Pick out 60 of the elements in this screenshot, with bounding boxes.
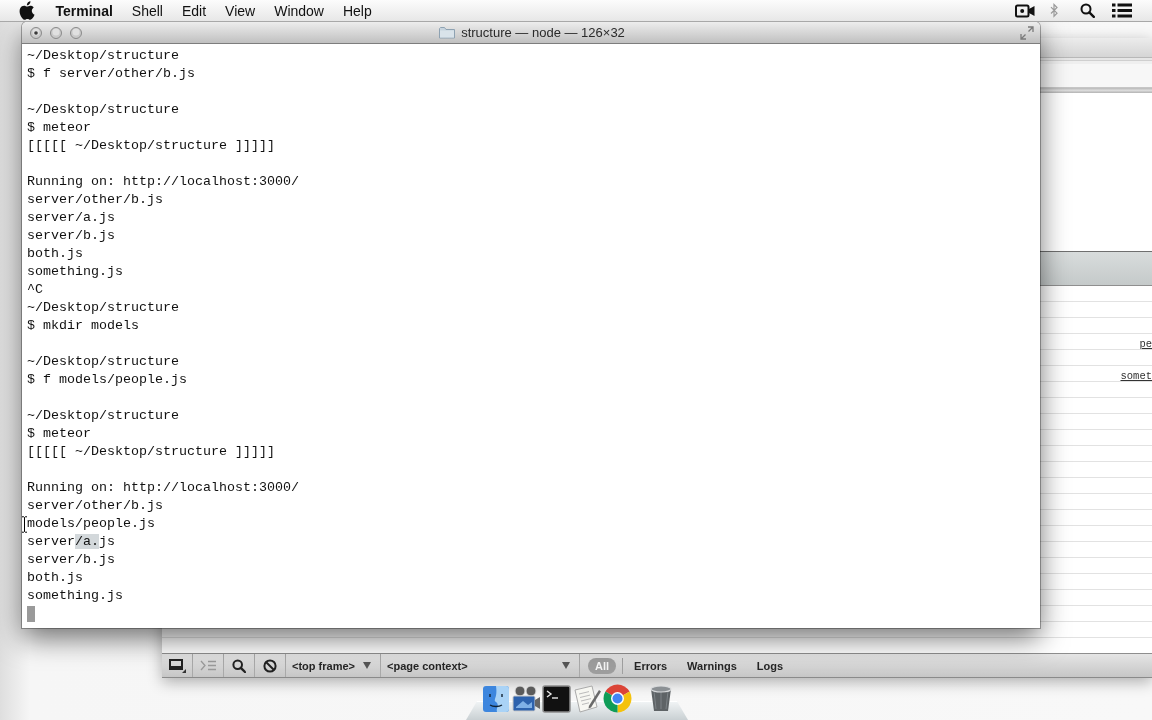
menu-item[interactable]: View <box>215 0 265 22</box>
terminal-icon[interactable] <box>542 685 571 713</box>
menu-item[interactable]: Window <box>264 0 334 22</box>
terminal-line: server/other/b.js <box>27 191 163 209</box>
console-link[interactable]: somet <box>1120 368 1152 384</box>
search-icon[interactable] <box>1080 3 1095 18</box>
circle-slash-icon <box>263 658 277 673</box>
terminal-line: ~/Desktop/structure <box>27 47 179 65</box>
menu-item[interactable]: Edit <box>172 0 216 22</box>
terminal-line: ~/Desktop/structure <box>27 353 179 371</box>
terminal-line: models/people.js <box>27 515 155 533</box>
terminal-line: something.js <box>27 263 123 281</box>
menu-item[interactable]: Shell <box>122 0 173 22</box>
window-icon <box>168 658 186 673</box>
ibeam-pointer-icon <box>22 516 27 533</box>
search-icon <box>232 658 246 673</box>
terminal-line: $ meteor <box>27 425 91 443</box>
terminal-line: ~/Desktop/structure <box>27 101 179 119</box>
terminal-line: both.js <box>27 245 83 263</box>
window-title: structure — node — 126×32 <box>461 25 625 40</box>
close-button[interactable] <box>30 26 42 39</box>
terminal-line: $ meteor <box>27 119 91 137</box>
app-menu[interactable]: Terminal <box>46 0 123 22</box>
filter-tab[interactable]: Errors <box>627 657 675 674</box>
terminal-line: ~/Desktop/structure <box>27 407 179 425</box>
caret-icon <box>562 662 570 669</box>
console-prompt-icon <box>200 660 216 671</box>
terminal-line: [[[[[ ~/Desktop/structure ]]]]] <box>27 137 275 155</box>
document-pen-icon[interactable] <box>572 685 602 713</box>
terminal-line: server/a.js <box>27 209 115 227</box>
terminal-line: server/a.js <box>27 533 115 551</box>
bluetooth-icon[interactable] <box>1050 3 1058 18</box>
apple-icon[interactable] <box>19 1 35 20</box>
terminal-line: server/other/b.js <box>27 497 163 515</box>
filter-tab[interactable]: Logs <box>749 657 791 674</box>
terminal-line: server/b.js <box>27 227 115 245</box>
terminal-line: [[[[[ ~/Desktop/structure ]]]]] <box>27 443 275 461</box>
terminal-line: $ f server/other/b.js <box>27 65 195 83</box>
caret-icon <box>363 662 371 669</box>
terminal-line: server/b.js <box>27 551 115 569</box>
terminal-line: ^C <box>27 281 43 299</box>
terminal-line: Running on: http://localhost:3000/ <box>27 479 299 497</box>
terminal-line: something.js <box>27 587 123 605</box>
expand-arrows-icon[interactable] <box>1020 25 1034 40</box>
menu-item[interactable]: Help <box>333 0 382 22</box>
movie-camera-icon[interactable] <box>511 685 541 713</box>
video-camera-icon[interactable] <box>1015 3 1035 18</box>
console-link[interactable]: pe <box>1139 336 1152 352</box>
list-icon[interactable] <box>1112 3 1132 18</box>
terminal-line: Running on: http://localhost:3000/ <box>27 173 299 191</box>
round-logo-icon[interactable] <box>603 684 632 713</box>
terminal-line: both.js <box>27 569 83 587</box>
terminal-line: $ f models/people.js <box>27 371 187 389</box>
context-dropdown[interactable]: <page context> <box>381 654 580 677</box>
frame-dropdown[interactable]: <top frame> <box>286 654 381 677</box>
folder-icon <box>439 26 456 39</box>
filter-tab[interactable]: Warnings <box>680 657 744 674</box>
terminal-line: $ mkdir models <box>27 317 139 335</box>
terminal-line: ~/Desktop/structure <box>27 299 179 317</box>
face-tile-icon[interactable] <box>482 685 510 713</box>
